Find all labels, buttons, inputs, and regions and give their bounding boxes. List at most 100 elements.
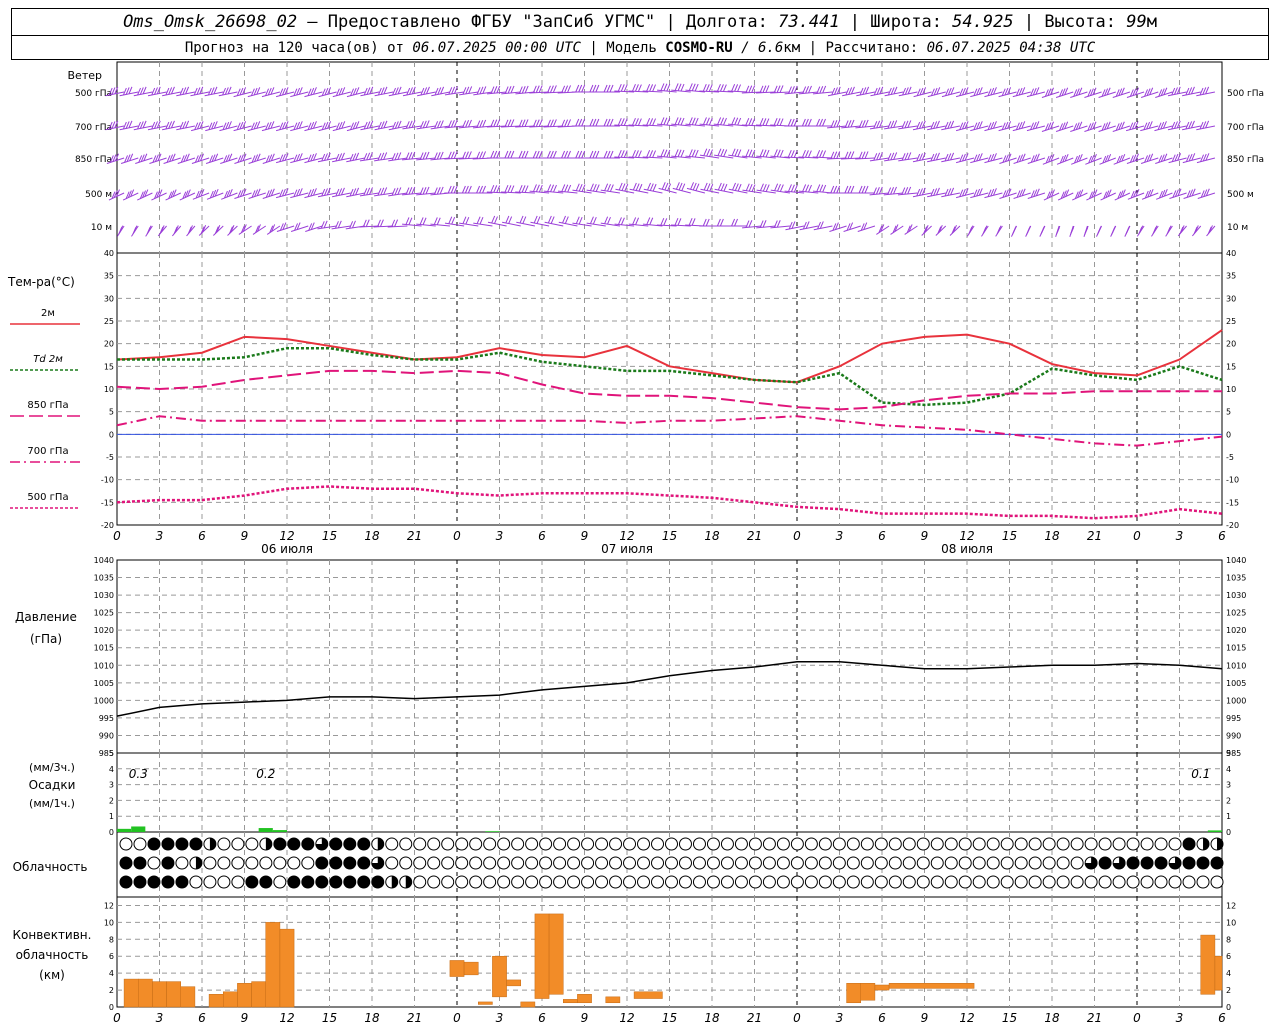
- wind-barb-feather: [731, 218, 736, 227]
- cloud-cover-circle-icon: [916, 875, 930, 889]
- wind-barb-icon: [374, 152, 394, 162]
- wind-barb-feather: [723, 117, 727, 126]
- y-tick-label-left: 995: [99, 714, 114, 723]
- wind-barb-feather: [674, 117, 679, 125]
- cloud-circle: [1140, 856, 1154, 870]
- wind-barb-feather: [533, 184, 537, 192]
- wind-barb-feather: [620, 84, 625, 92]
- cloud-cover-circle-icon: [944, 875, 958, 889]
- wind-barb-icon: [869, 152, 890, 162]
- wind-barb-feather: [688, 83, 693, 91]
- wind-barb-feather: [660, 83, 665, 91]
- wind-barb-feather: [522, 216, 527, 224]
- wind-barb-feather: [439, 186, 444, 195]
- wind-barb-feather: [524, 150, 529, 159]
- cloud-circle: [748, 875, 762, 889]
- wind-barb-feather: [663, 149, 668, 157]
- wind-barb-icon: [186, 225, 196, 237]
- wind-barb-icon: [812, 118, 833, 127]
- wind-level-label-left: 500 м: [85, 190, 112, 200]
- time-tick-label: 18: [364, 1011, 380, 1024]
- wind-barb-icon: [770, 220, 790, 229]
- wind-barb-feather: [524, 185, 529, 193]
- wind-barb-shaft: [151, 192, 167, 201]
- wind-barb-feather: [436, 217, 441, 225]
- cloud-cover-circle-icon: [623, 856, 637, 870]
- cloud-cover-circle-icon: [1014, 875, 1028, 889]
- wind-panel-title: Ветер: [68, 69, 102, 82]
- y-tick-label-left: 12: [104, 901, 114, 910]
- wind-barb-feather: [620, 217, 625, 225]
- wind-barb-feather: [901, 153, 906, 161]
- wind-barb-feather: [603, 118, 608, 127]
- cloud-circle: [832, 875, 846, 889]
- time-tick-label: 6: [538, 1011, 546, 1024]
- convective-bar: [1214, 955, 1223, 991]
- wind-barb-icon: [884, 120, 904, 130]
- y-tick-label-left: 5: [109, 408, 114, 417]
- cloud-circle: [1168, 875, 1182, 889]
- cloud-cover-circle-icon: [147, 875, 161, 889]
- cloud-cover-circle-icon: [133, 837, 147, 851]
- wind-barb-feather: [490, 150, 495, 159]
- legend-label-850: 850 гПа: [27, 400, 68, 411]
- cloud-cover-circle-icon: [762, 856, 776, 870]
- wind-barb-feather: [694, 83, 699, 92]
- wind-barb-feather: [518, 150, 523, 159]
- cloud-circle: [651, 875, 665, 889]
- cloud-circle: [1182, 875, 1196, 889]
- cloud-cover-circle-icon: [958, 837, 972, 851]
- cloud-cover-circle-icon: [357, 856, 371, 870]
- wind-barb-shaft: [857, 225, 876, 232]
- cloud-cover-circle-icon: [944, 837, 958, 851]
- cloud-cover-circle-icon: [734, 856, 748, 870]
- wind-barb-feather: [734, 84, 739, 92]
- wind-barb-icon: [1043, 189, 1060, 201]
- cloud-cover-circle-icon: [1182, 837, 1196, 851]
- wind-barb-feather: [737, 149, 742, 157]
- wind-barb-icon: [162, 120, 181, 131]
- wind-barb-icon: [502, 215, 521, 227]
- wind-barb-icon: [799, 221, 819, 231]
- y-tick-label-left: -20: [101, 521, 114, 530]
- cloud-circle: [273, 837, 287, 851]
- wind-barb-feather: [678, 182, 683, 191]
- cloud-circle: [343, 875, 357, 889]
- wind-barb-feather: [603, 150, 608, 159]
- cloud-cover-circle-icon: [1210, 837, 1224, 851]
- cloud-circle: [259, 856, 273, 870]
- wind-barb-icon: [374, 187, 394, 197]
- cloud-circle: [581, 856, 595, 870]
- wind-barb-icon: [699, 148, 720, 159]
- y-tick-label-right: 5: [1226, 749, 1231, 758]
- cloud-cover-circle-icon: [273, 837, 287, 851]
- cloud-cover-circle-icon: [329, 856, 343, 870]
- y-tick-label-left: 1030: [94, 591, 114, 600]
- cloud-cover-circle-icon: [692, 856, 706, 870]
- wind-barb-icon: [890, 224, 904, 235]
- cloud-circle: [455, 856, 469, 870]
- wind-barb-feather: [482, 185, 486, 194]
- wind-barb-feather: [493, 150, 498, 159]
- y-tick-label-right: 2: [1226, 796, 1231, 805]
- wind-barb-feather: [609, 84, 614, 93]
- wind-barb-feather: [365, 219, 370, 227]
- cloud-circle: [609, 875, 623, 889]
- cloud-cover-circle-icon: [651, 875, 665, 889]
- cloud-circle: [832, 837, 846, 851]
- wind-barb-feather: [461, 185, 466, 194]
- conv-title: Конвективн.: [13, 928, 92, 942]
- wind-barb-icon: [1039, 225, 1046, 237]
- wind-barb-icon: [374, 120, 394, 131]
- wind-barb-feather: [807, 150, 812, 158]
- wind-barb-feather: [893, 152, 898, 160]
- cloud-cover-circle-icon: [455, 837, 469, 851]
- wind-barb-feather: [606, 150, 611, 159]
- y-tick-label-right: 1020: [1226, 626, 1246, 635]
- y-tick-label-right: 5: [1226, 408, 1231, 417]
- cloud-cover-circle-icon: [427, 837, 441, 851]
- cloud-cover-circle-icon: [958, 875, 972, 889]
- wind-barb-icon: [1055, 225, 1061, 237]
- time-tick-label: 6: [1218, 529, 1226, 543]
- cloud-cover-circle-icon: [1042, 875, 1056, 889]
